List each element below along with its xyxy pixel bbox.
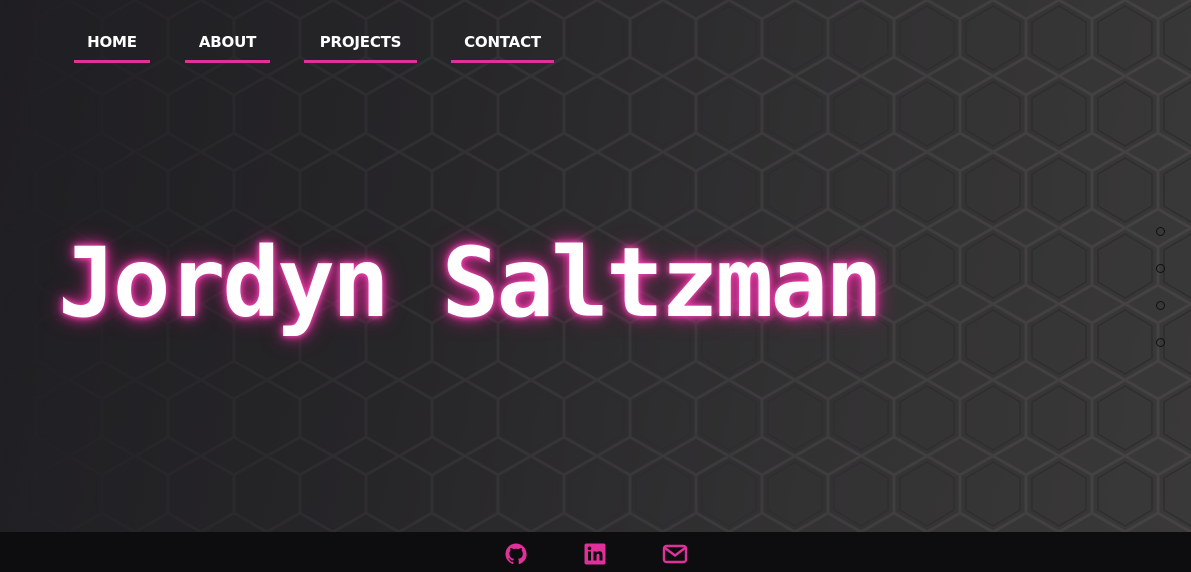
page-dot-4[interactable] (1156, 338, 1165, 347)
nav-about[interactable]: ABOUT (185, 34, 270, 63)
page-dot-1[interactable] (1156, 227, 1165, 236)
page-dot-3[interactable] (1156, 301, 1165, 310)
nav-projects[interactable]: PROJECTS (304, 34, 417, 63)
email-link[interactable] (662, 541, 688, 567)
nav-contact[interactable]: CONTACT (451, 34, 554, 63)
github-icon (505, 543, 527, 565)
hero-title: Jordyn Saltzman (58, 227, 883, 339)
nav-about-label: ABOUT (198, 33, 257, 51)
github-link[interactable] (503, 541, 529, 567)
page-dot-2[interactable] (1156, 264, 1165, 273)
hero-section: HOME ABOUT PROJECTS CONTACT Jordyn Saltz… (0, 0, 1191, 532)
nav-home[interactable]: HOME (74, 34, 150, 63)
linkedin-icon (584, 543, 606, 565)
nav-home-label: HOME (87, 33, 137, 51)
nav-contact-label: CONTACT (464, 33, 541, 51)
email-icon (662, 544, 688, 564)
nav-projects-label: PROJECTS (319, 33, 402, 51)
linkedin-link[interactable] (582, 541, 608, 567)
